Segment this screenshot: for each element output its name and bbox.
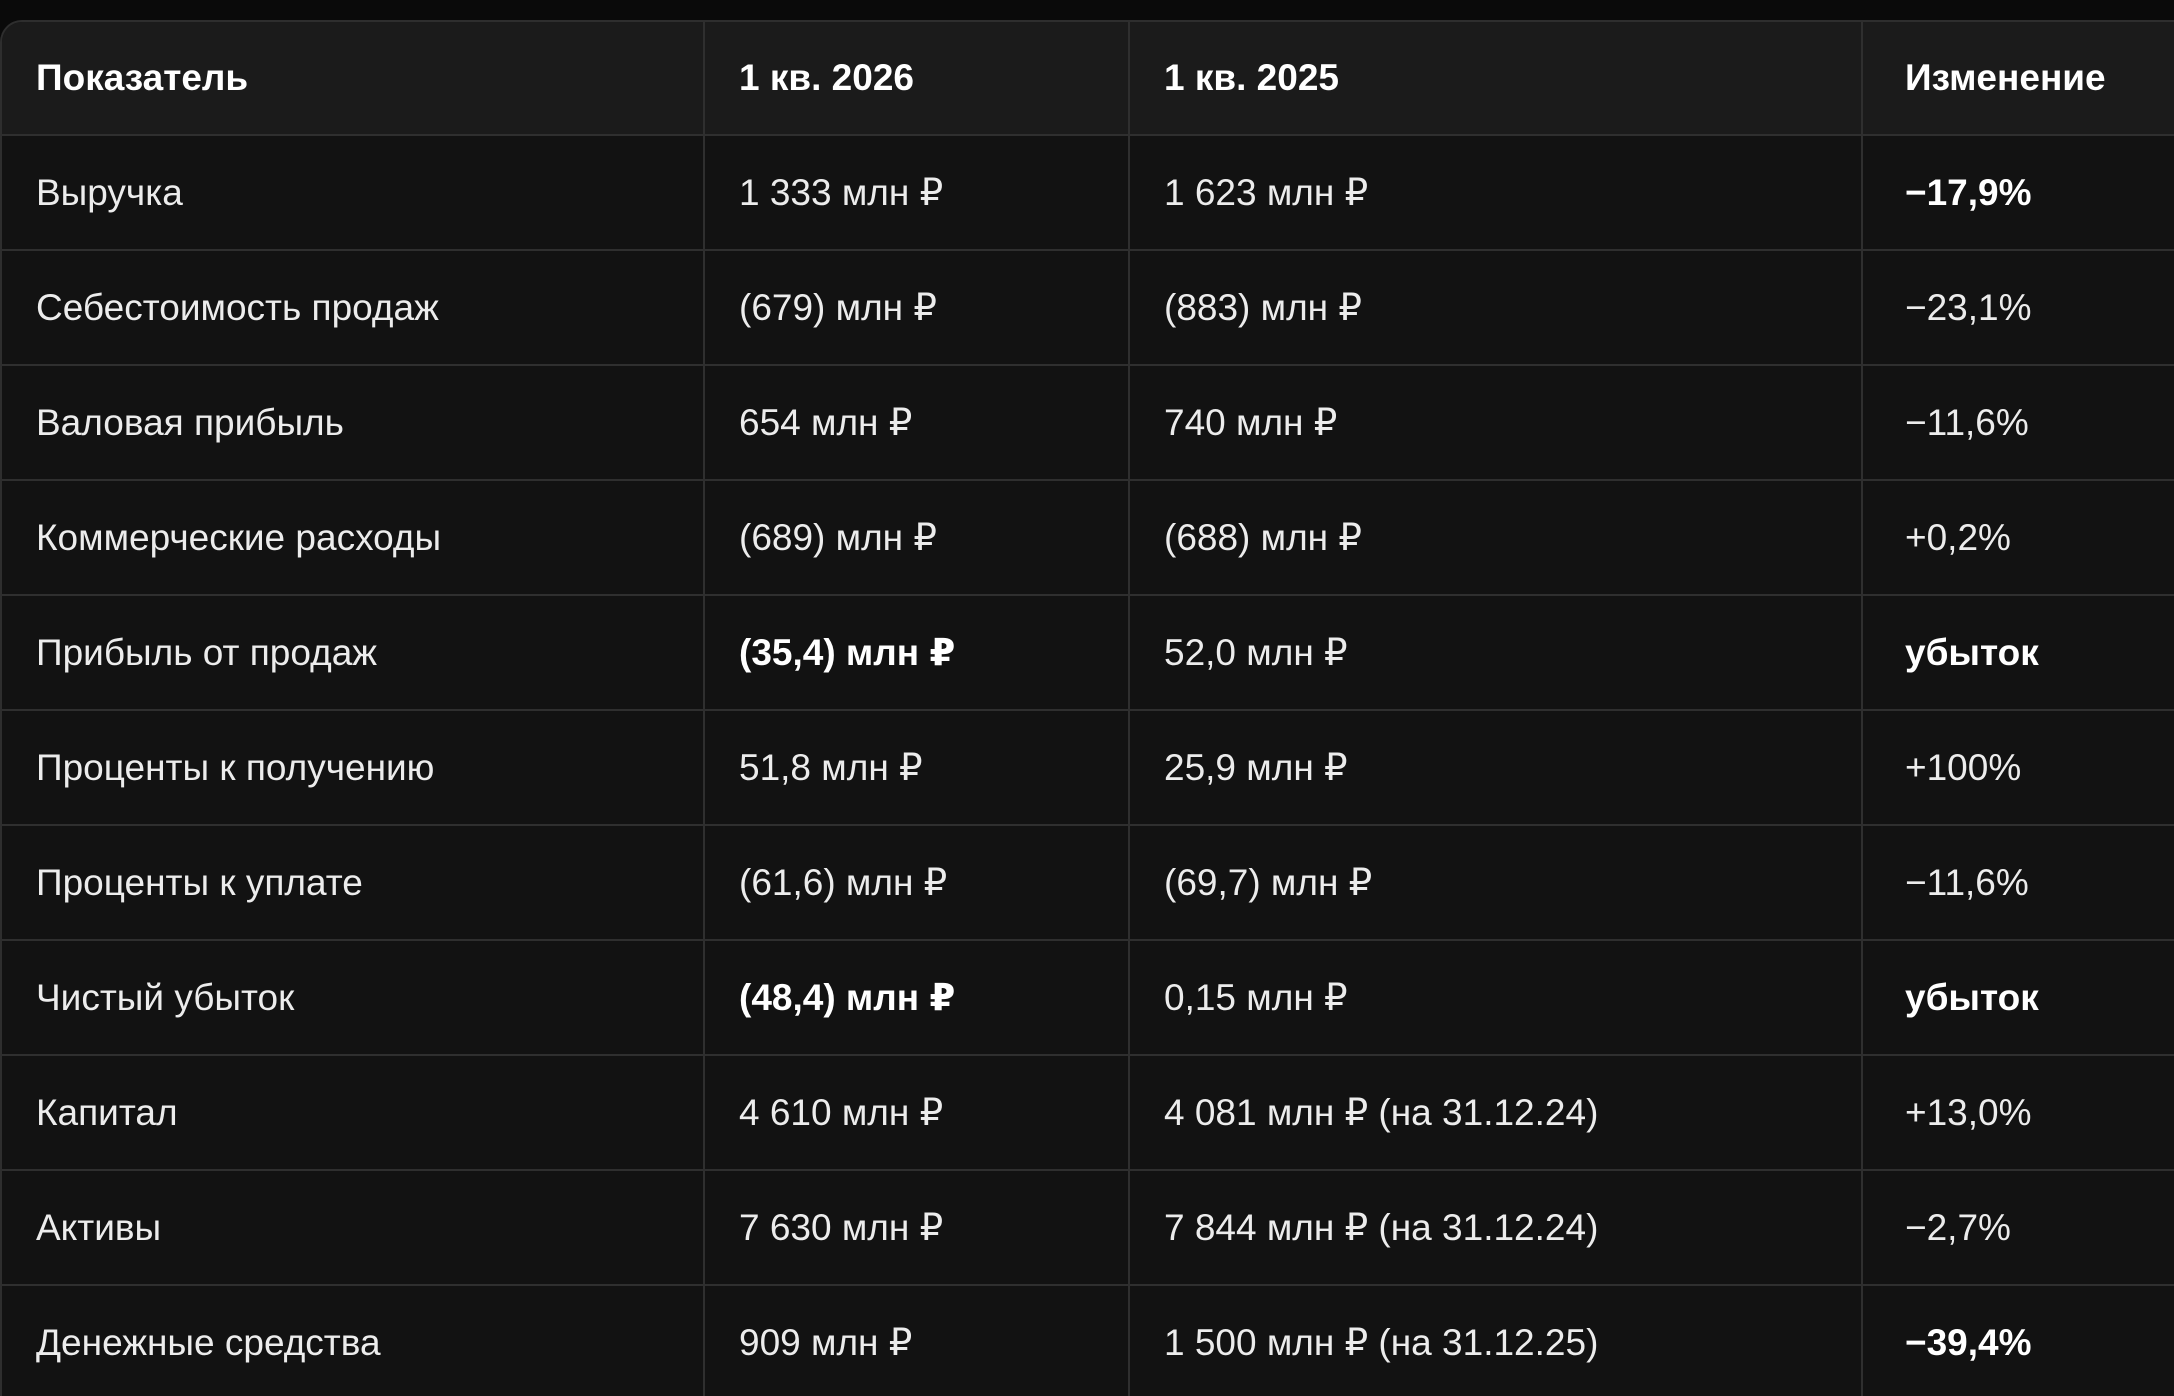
cell-q1-2025: 1 500 млн ₽ (на 31.12.25) — [1129, 1285, 1863, 1396]
cell-q1-2025: (883) млн ₽ — [1129, 250, 1863, 366]
cell-change: −39,4% — [1862, 1285, 2174, 1396]
cell-q1-2026: 1 333 млн ₽ — [704, 135, 1130, 251]
table-row: Выручка 1 333 млн ₽ 1 623 млн ₽ −17,9% — [2, 135, 2174, 251]
cell-q1-2026: 654 млн ₽ — [704, 365, 1130, 481]
table-header-row: Показатель 1 кв. 2026 1 кв. 2025 Изменен… — [2, 22, 2174, 136]
row-label: Прибыль от продаж — [2, 595, 705, 711]
cell-change: −2,7% — [1862, 1170, 2174, 1286]
cell-q1-2026: 4 610 млн ₽ — [704, 1055, 1130, 1171]
table-row: Прибыль от продаж (35,4) млн ₽ 52,0 млн … — [2, 595, 2174, 711]
cell-change: −11,6% — [1862, 365, 2174, 481]
table-row: Чистый убыток (48,4) млн ₽ 0,15 млн ₽ уб… — [2, 940, 2174, 1056]
cell-q1-2026: (61,6) млн ₽ — [704, 825, 1130, 941]
cell-change: +100% — [1862, 710, 2174, 826]
row-label: Валовая прибыль — [2, 365, 705, 481]
table-row: Денежные средства 909 млн ₽ 1 500 млн ₽ … — [2, 1285, 2174, 1396]
cell-change: −17,9% — [1862, 135, 2174, 251]
column-header-indicator: Показатель — [2, 22, 705, 136]
column-header-q1-2026: 1 кв. 2026 — [704, 22, 1130, 136]
cell-change: −11,6% — [1862, 825, 2174, 941]
row-label: Денежные средства — [2, 1285, 705, 1396]
row-label: Коммерческие расходы — [2, 480, 705, 596]
table-row: Коммерческие расходы (689) млн ₽ (688) м… — [2, 480, 2174, 596]
cell-q1-2025: 4 081 млн ₽ (на 31.12.24) — [1129, 1055, 1863, 1171]
row-label: Выручка — [2, 135, 705, 251]
row-label: Чистый убыток — [2, 940, 705, 1056]
cell-change: +0,2% — [1862, 480, 2174, 596]
table-row: Капитал 4 610 млн ₽ 4 081 млн ₽ (на 31.1… — [2, 1055, 2174, 1171]
row-label: Проценты к получению — [2, 710, 705, 826]
cell-q1-2026: (689) млн ₽ — [704, 480, 1130, 596]
cell-q1-2025: 740 млн ₽ — [1129, 365, 1863, 481]
cell-change: +13,0% — [1862, 1055, 2174, 1171]
cell-q1-2025: 0,15 млн ₽ — [1129, 940, 1863, 1056]
table-row: Себестоимость продаж (679) млн ₽ (883) м… — [2, 250, 2174, 366]
cell-q1-2025: 52,0 млн ₽ — [1129, 595, 1863, 711]
row-label: Активы — [2, 1170, 705, 1286]
cell-q1-2025: 25,9 млн ₽ — [1129, 710, 1863, 826]
row-label: Капитал — [2, 1055, 705, 1171]
cell-q1-2025: (69,7) млн ₽ — [1129, 825, 1863, 941]
financial-results-table: Показатель 1 кв. 2026 1 кв. 2025 Изменен… — [2, 22, 2174, 1396]
cell-q1-2025: 1 623 млн ₽ — [1129, 135, 1863, 251]
cell-q1-2026: 909 млн ₽ — [704, 1285, 1130, 1396]
row-label: Проценты к уплате — [2, 825, 705, 941]
cell-q1-2025: 7 844 млн ₽ (на 31.12.24) — [1129, 1170, 1863, 1286]
cell-change: убыток — [1862, 595, 2174, 711]
cell-change: убыток — [1862, 940, 2174, 1056]
row-label: Себестоимость продаж — [2, 250, 705, 366]
table-row: Валовая прибыль 654 млн ₽ 740 млн ₽ −11,… — [2, 365, 2174, 481]
cell-q1-2025: (688) млн ₽ — [1129, 480, 1863, 596]
financial-table-container: Показатель 1 кв. 2026 1 кв. 2025 Изменен… — [0, 20, 2174, 1396]
column-header-q1-2025: 1 кв. 2025 — [1129, 22, 1863, 136]
cell-change: −23,1% — [1862, 250, 2174, 366]
cell-q1-2026: 51,8 млн ₽ — [704, 710, 1130, 826]
cell-q1-2026: (48,4) млн ₽ — [704, 940, 1130, 1056]
cell-q1-2026: (35,4) млн ₽ — [704, 595, 1130, 711]
column-header-change: Изменение — [1862, 22, 2174, 136]
table-row: Проценты к получению 51,8 млн ₽ 25,9 млн… — [2, 710, 2174, 826]
cell-q1-2026: 7 630 млн ₽ — [704, 1170, 1130, 1286]
table-row: Активы 7 630 млн ₽ 7 844 млн ₽ (на 31.12… — [2, 1170, 2174, 1286]
cell-q1-2026: (679) млн ₽ — [704, 250, 1130, 366]
table-row: Проценты к уплате (61,6) млн ₽ (69,7) мл… — [2, 825, 2174, 941]
